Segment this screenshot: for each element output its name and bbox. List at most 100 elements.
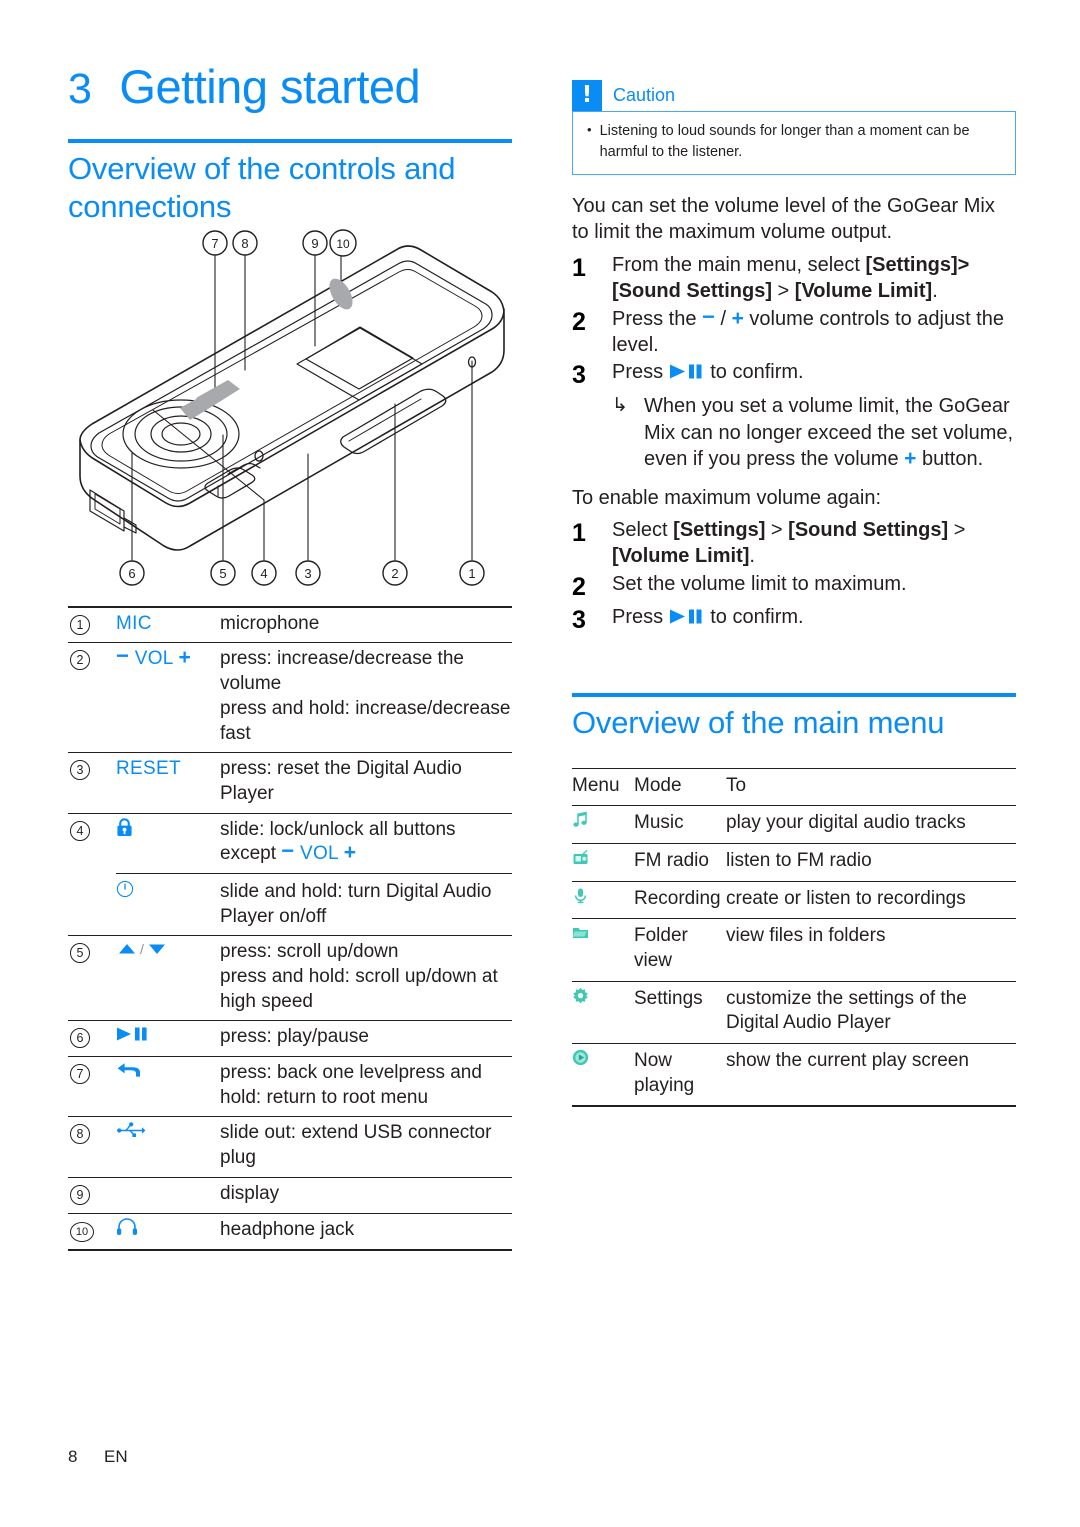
step-path-1: [Settings] [673,518,766,541]
step-text-pre: Select [612,518,674,541]
menu-description: view files in folders [726,925,886,947]
result-arrow-icon: ↳ [612,395,628,417]
controls-heading-line2: connections [68,188,232,224]
row-number: 5 [70,943,90,964]
page-footer: 8 EN [68,1447,128,1467]
device-illustration: 7 8 9 10 6 5 4 3 2 1 [68,228,512,606]
table-row: FM radio listen to FM radio [572,843,1016,881]
reenable-step-1: 1 Select [Settings] > [Sound Settings] >… [572,517,1016,570]
minus-icon: − [281,838,295,864]
row-number: 9 [70,1184,90,1205]
step-number: 3 [572,361,586,390]
menu-description: create or listen to recordings [726,887,966,909]
row-number: 8 [70,1124,90,1145]
volume-limit-steps: 1 From the main menu, select [Settings]>… [572,252,1016,473]
callout-2: 2 [391,566,398,581]
row-description: press and hold: increase/decrease fast [220,697,511,744]
menu-description: listen to FM radio [726,849,872,871]
play-pause-icon [669,363,705,380]
table-row: Settings customize the settings of the D… [572,981,1016,1043]
now-playing-icon [572,1049,589,1066]
menu-mode: FM radio [634,849,709,871]
step-number: 1 [572,253,586,282]
microphone-icon [572,887,589,904]
step-text-pre: From the main menu, select [612,253,866,276]
table-row: 4 slide: lock/unlock all buttons except … [68,813,512,873]
step-text-pre: Press [612,361,669,384]
caution-box: ! Caution • Listening to loud sounds for… [572,80,1016,176]
table-row: 5 / press: scroll up/down press and hold… [68,935,512,1021]
play-pause-icon [669,608,705,625]
step-text-pre: Press [612,605,669,628]
menu-description: play your digital audio tracks [726,812,966,834]
table-row: Music play your digital audio tracks [572,805,1016,844]
row-description: press: increase/decrease the volume [220,648,464,695]
row-number: 4 [70,820,90,841]
step-number: 2 [572,572,586,601]
step-3: 3 Press to confirm. [572,359,1016,391]
step-text: Press to confirm. [612,604,1016,630]
scroll-up-down-icon: / [116,941,168,962]
caution-title: Caution [613,85,676,105]
minus-icon: − [702,303,715,329]
step-sep: / [714,307,732,330]
folder-icon [572,924,589,941]
callout-8: 8 [241,236,248,251]
step-text-post: . [932,280,938,303]
row-number: 6 [70,1028,90,1049]
fm-radio-icon [572,849,589,866]
reenable-step-3: 3 Press to confirm. [572,604,1016,636]
minus-icon: − [116,643,130,669]
step-text: From the main menu, select [Settings]>[S… [612,252,1016,305]
menu-mode: Music [634,812,684,834]
reenable-steps: 1 Select [Settings] > [Sound Settings] >… [572,517,1016,636]
step-text: Select [Settings] > [Sound Settings] > [V… [612,517,1016,570]
row-description: display [220,1182,280,1204]
plus-icon: + [904,447,917,471]
row-description: slide out: extend USB connector plug [220,1122,492,1169]
language-code: EN [104,1447,128,1466]
back-arrow-icon [116,1063,142,1084]
step-path-2: [Sound Settings] [788,518,949,541]
main-menu-table: Menu Mode To Music play your digital aud… [572,768,1016,1108]
menu-mode: Now playing [634,1050,695,1096]
row-number: 10 [70,1221,94,1242]
volume-label: − VOL + [281,838,357,865]
table-row: Now playing show the current play screen [572,1043,1016,1107]
note-text: When you set a volume limit, the GoGear … [644,393,1016,472]
reset-label: RESET [116,758,181,780]
callout-10: 10 [336,237,350,251]
row-description: press and hold: scroll up/down at high s… [220,966,498,1012]
callout-5: 5 [219,566,226,581]
table-row: 6 press: play/pause [68,1020,512,1057]
menu-description: customize the settings of the Digital Au… [726,987,967,1034]
table-header-row: Menu Mode To [572,768,1016,806]
step-sep: > [771,280,795,303]
reenable-intro: To enable maximum volume again: [572,486,882,509]
row-description: headphone jack [220,1218,355,1240]
right-column: ! Caution • Listening to loud sounds for… [572,80,1016,1107]
note-text-post: button. [916,448,984,471]
column-header-to: To [726,774,747,796]
column-header-mode: Mode [634,774,682,796]
table-row: 10 headphone jack [68,1213,512,1251]
step-number: 3 [572,605,586,634]
table-row: slide and hold: turn Digital Audio Playe… [68,872,512,936]
table-row: 9 display [68,1177,512,1213]
headphone-icon [116,1217,138,1241]
callout-3: 3 [304,566,311,581]
row-description: press: back one levelpress and hold: ret… [220,1062,482,1108]
callout-1: 1 [468,566,475,581]
table-row: 7 press: back one levelpress and hold: r… [68,1056,512,1117]
step-text: Set the volume limit to maximum. [612,572,907,595]
callout-4: 4 [260,566,267,581]
step-1: 1 From the main menu, select [Settings]>… [572,252,1016,305]
power-icon [116,880,134,903]
volume-label: − VOL + [116,643,192,670]
step-text-pre: Press the [612,307,703,330]
step-sep-2: > [948,518,966,541]
lock-icon [116,817,133,842]
step-text-post: . [749,545,755,568]
row-description: press: reset the Digital Audio Player [220,758,462,804]
callout-7: 7 [211,236,218,251]
